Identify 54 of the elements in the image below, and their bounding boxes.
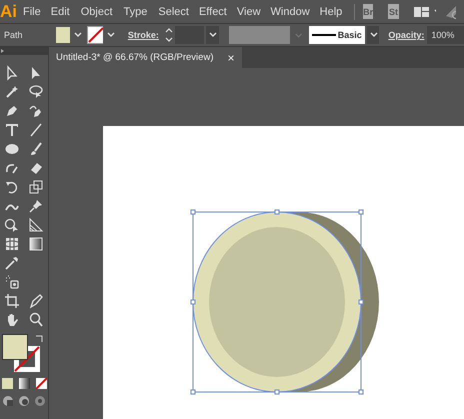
- curvature-pen-icon[interactable]: [28, 103, 44, 119]
- menu-item[interactable]: Edit: [50, 6, 70, 18]
- ellipse-icon[interactable]: [4, 141, 20, 157]
- stroke-none-swatch[interactable]: [87, 26, 104, 44]
- chevron-icon: [294, 32, 302, 38]
- menu-item[interactable]: File: [23, 6, 41, 18]
- menu-item[interactable]: Help: [320, 6, 342, 18]
- pin-icon[interactable]: [28, 198, 44, 214]
- draw-mode-icon[interactable]: [18, 395, 30, 407]
- eraser-icon[interactable]: [28, 160, 44, 176]
- fill-swatch[interactable]: [56, 27, 70, 43]
- scale-icon[interactable]: [28, 179, 44, 195]
- zoom-icon[interactable]: [28, 312, 44, 328]
- opacity-field[interactable]: 100%: [427, 26, 464, 44]
- app-logo[interactable]: Ai: [0, 2, 23, 22]
- workspace-layout-icon[interactable]: [414, 4, 436, 18]
- paintbrush-icon[interactable]: [28, 141, 44, 157]
- symbol-sprayer-icon[interactable]: [4, 274, 20, 290]
- document-tab[interactable]: Untitled-3* @ 66.67% (RGB/Preview) ×: [49, 47, 242, 68]
- magic-wand-icon[interactable]: [4, 84, 20, 100]
- menu-item[interactable]: Type: [124, 6, 148, 18]
- rotate-icon[interactable]: [4, 179, 20, 195]
- eyedropper-icon[interactable]: [4, 255, 20, 271]
- stroke-label[interactable]: Stroke:: [128, 30, 159, 40]
- pen-icon[interactable]: [4, 103, 20, 119]
- chevron-icon[interactable]: [366, 26, 380, 44]
- slice-icon[interactable]: [28, 293, 44, 309]
- gradient-mode-icon[interactable]: [18, 378, 30, 389]
- menu-item[interactable]: Select: [158, 6, 189, 18]
- draw-mode-icon[interactable]: [2, 395, 14, 407]
- type-tool-icon[interactable]: [4, 122, 20, 138]
- gradient-icon[interactable]: [28, 236, 44, 252]
- app-launcher[interactable]: Br: [362, 4, 374, 19]
- chevron-icon[interactable]: [206, 26, 219, 44]
- draw-mode-icon[interactable]: [34, 395, 46, 407]
- lasso-icon[interactable]: [28, 84, 44, 100]
- none-mode-icon[interactable]: [36, 378, 46, 389]
- opacity-label[interactable]: Opacity:: [388, 30, 424, 40]
- color-mode-icon[interactable]: [2, 378, 12, 389]
- selection-label: Path: [3, 30, 24, 40]
- artboard-icon[interactable]: [4, 293, 20, 309]
- brush-dropdown[interactable]: Basic: [308, 26, 365, 44]
- shape-builder-icon[interactable]: [4, 217, 20, 233]
- close-tab-button[interactable]: ×: [227, 50, 234, 64]
- line-segment-icon[interactable]: [28, 122, 44, 138]
- menu-item[interactable]: Window: [270, 6, 310, 18]
- perspective-grid-icon[interactable]: [28, 217, 44, 233]
- menu-item[interactable]: View: [236, 6, 261, 18]
- fill-stroke-swatch-drawing[interactable]: [2, 332, 40, 372]
- mesh-icon[interactable]: [4, 236, 20, 252]
- menu-item[interactable]: Object: [80, 6, 112, 18]
- menu-item[interactable]: Effect: [198, 6, 227, 18]
- app-launcher[interactable]: St: [388, 4, 399, 19]
- variable-width-field[interactable]: [228, 26, 290, 44]
